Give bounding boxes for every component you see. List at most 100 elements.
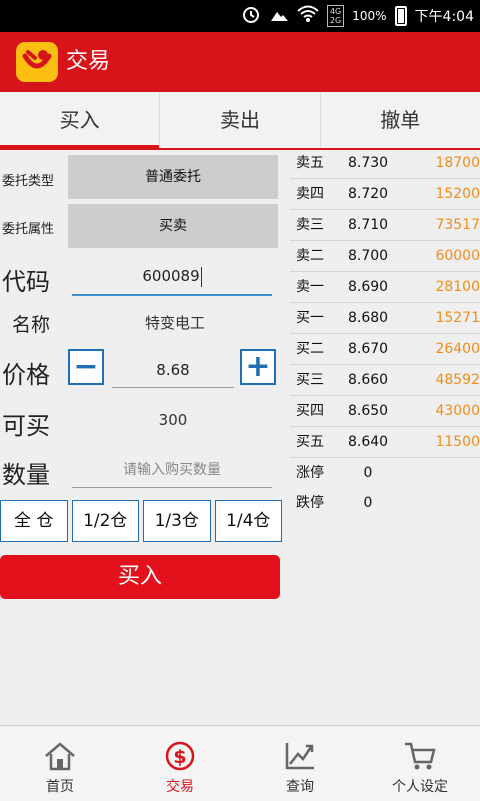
home-icon: [45, 742, 75, 771]
quote-name: 买二: [296, 341, 324, 357]
limit-name: 涨停: [296, 465, 324, 481]
order-attr-select[interactable]: 买卖: [68, 204, 278, 248]
quote-price: 8.720: [348, 186, 389, 202]
limit-name: 跌停: [296, 495, 324, 511]
quantity-label: 数量: [2, 461, 50, 489]
quote-volume: 26400: [435, 341, 480, 357]
app-title: 交易: [66, 49, 111, 74]
app-bar: 交易: [0, 32, 480, 92]
price-increase-button[interactable]: +: [240, 349, 276, 385]
nav-trade[interactable]: $ 交易: [120, 726, 240, 801]
quote-row: 卖二 8.700 60000: [290, 241, 480, 272]
plus-icon: +: [245, 349, 271, 384]
quote-row: 买三 8.660 48592: [290, 365, 480, 396]
position-third-button[interactable]: 1/3仓: [143, 500, 211, 542]
minus-icon: −: [73, 349, 99, 384]
battery-icon: [394, 6, 407, 26]
quote-price: 8.640: [348, 434, 389, 450]
nav-query[interactable]: 查询: [240, 726, 360, 801]
nav-home-label: 首页: [46, 779, 74, 795]
battery-percent: 100%: [352, 9, 387, 23]
quote-row: 卖一 8.690 28100: [290, 272, 480, 303]
quote-row: 买五 8.640 11500: [290, 427, 480, 458]
order-book: 卖五 8.730 18700 卖四 8.720 15200 卖三 8.710 73517 卖…: [290, 148, 480, 518]
trade-tabs: 买入 卖出 撤单: [0, 92, 480, 150]
network-indicator: 4G 2G: [326, 5, 345, 27]
quote-row: 卖五 8.730 18700: [290, 148, 480, 179]
quote-row: 卖三 8.710 73517: [290, 210, 480, 241]
price-label: 价格: [2, 361, 50, 389]
tab-buy[interactable]: 买入: [0, 92, 160, 150]
buy-submit-button[interactable]: 买入: [0, 555, 280, 599]
nav-query-label: 查询: [286, 779, 314, 795]
order-type-label: 委托类型: [2, 174, 55, 189]
nav-home[interactable]: 首页: [0, 726, 120, 801]
nav-settings[interactable]: 个人设定: [360, 726, 480, 801]
limit-up-row: 涨停 0: [290, 458, 480, 488]
position-full-button[interactable]: 全 仓: [0, 500, 68, 542]
svg-text:$: $: [173, 746, 186, 768]
name-label: 名称: [12, 314, 51, 336]
position-half-button[interactable]: 1/2仓: [71, 500, 139, 542]
quote-row: 买四 8.650 43000: [290, 396, 480, 427]
status-bar: 4G 2G 100% 下午4:04: [0, 0, 480, 32]
network-bottom-label: 2G: [329, 16, 342, 25]
code-value: 600089: [142, 267, 200, 285]
available-label: 可买: [2, 412, 50, 440]
network-top-label: 4G: [329, 7, 342, 16]
quote-volume: 11500: [435, 434, 480, 450]
quote-volume: 48592: [435, 372, 480, 388]
alarm-icon: [241, 4, 261, 28]
quote-row: 卖四 8.720 15200: [290, 179, 480, 210]
quantity-input[interactable]: 请输入购买数量: [72, 453, 272, 488]
app-logo-icon: [16, 42, 58, 82]
position-buttons: 全 仓 1/2仓 1/3仓 1/4仓: [0, 500, 282, 542]
stock-name: 特变电工: [144, 314, 205, 332]
quote-volume: 15271: [435, 310, 480, 326]
quote-volume: 28100: [435, 279, 480, 295]
quote-name: 卖四: [296, 186, 324, 202]
quote-row: 买二 8.670 26400: [290, 334, 480, 365]
limit-price: 0: [363, 495, 373, 511]
quote-volume: 73517: [435, 217, 480, 233]
quote-name: 卖二: [296, 248, 324, 264]
quote-name: 买五: [296, 434, 324, 450]
quote-name: 买一: [296, 310, 324, 326]
quote-price: 8.690: [348, 279, 389, 295]
quote-name: 卖三: [296, 217, 324, 233]
quote-name: 买三: [296, 372, 324, 388]
quote-price: 8.670: [348, 341, 389, 357]
bottom-nav: 首页 $ 交易 查询 个人设定: [0, 725, 480, 801]
quote-price: 8.660: [348, 372, 389, 388]
quote-volume: 60000: [435, 248, 480, 264]
quote-name: 卖一: [296, 279, 324, 295]
quote-row: 买一 8.680 15271: [290, 303, 480, 334]
code-input[interactable]: 600089: [72, 258, 272, 296]
order-type-select[interactable]: 普通委托: [68, 155, 278, 199]
nav-settings-label: 个人设定: [392, 779, 448, 795]
quote-volume: 18700: [435, 155, 480, 171]
tab-sell[interactable]: 卖出: [159, 92, 319, 148]
price-input[interactable]: 8.68: [112, 353, 234, 388]
limit-price: 0: [363, 465, 373, 481]
quote-price: 8.650: [348, 403, 389, 419]
order-attr-label: 委托属性: [2, 222, 55, 237]
code-label: 代码: [2, 268, 50, 296]
quote-name: 买四: [296, 403, 324, 419]
clock: 下午4:04: [414, 9, 474, 25]
quote-price: 8.710: [348, 217, 389, 233]
dollar-icon: $: [165, 741, 195, 771]
cart-icon: [405, 742, 436, 770]
price-decrease-button[interactable]: −: [68, 349, 104, 385]
text-cursor: [200, 266, 202, 287]
quote-price: 8.680: [348, 310, 389, 326]
available-value: 300: [158, 411, 188, 429]
quote-price: 8.700: [348, 248, 389, 264]
quote-volume: 15200: [435, 186, 480, 202]
buy-form: 委托类型 普通委托 委托属性 买卖 代码 600089 名称 特变电工 价格 −…: [0, 150, 285, 710]
chart-icon: [285, 743, 314, 770]
quote-name: 卖五: [296, 155, 324, 171]
tab-cancel[interactable]: 撤单: [319, 92, 480, 148]
position-quarter-button[interactable]: 1/4仓: [214, 500, 282, 542]
quote-price: 8.730: [348, 155, 389, 171]
